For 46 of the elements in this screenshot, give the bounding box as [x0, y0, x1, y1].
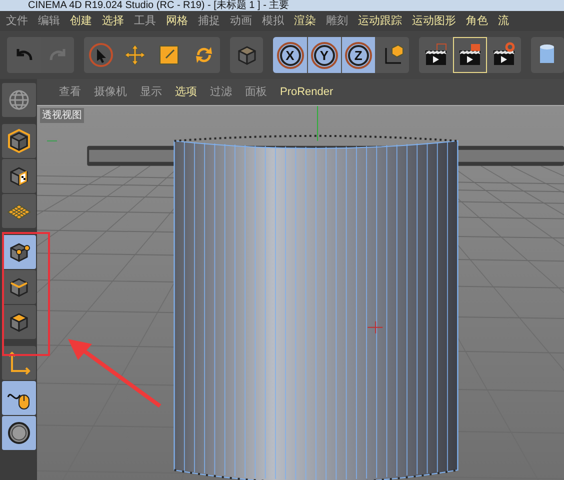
- axis-letter: Z: [348, 44, 369, 66]
- menu-item[interactable]: 渲染: [294, 12, 316, 30]
- viewport-menu-item[interactable]: 显示: [140, 84, 162, 100]
- render-view-icon: [422, 42, 449, 68]
- axis-letter: X: [280, 44, 300, 66]
- viewport-menu-item[interactable]: 查看: [59, 84, 81, 100]
- y-button[interactable]: Y: [308, 37, 341, 73]
- menu-item[interactable]: 捕捉: [198, 12, 220, 30]
- snap-icon: [6, 420, 32, 446]
- menu-item[interactable]: 选择: [102, 12, 124, 30]
- menu-item[interactable]: 运动跟踪: [358, 12, 402, 30]
- menu-item[interactable]: 雕刻: [326, 12, 348, 30]
- model-icon: [6, 128, 32, 154]
- render-picture-icon: [456, 42, 483, 68]
- model-mode-button[interactable]: [2, 124, 36, 158]
- edges-mode-button[interactable]: [2, 270, 36, 304]
- polygons-mode-button[interactable]: [2, 305, 36, 339]
- points-mode-button[interactable]: [2, 235, 36, 269]
- menu-item[interactable]: 网格: [166, 12, 188, 30]
- viewport-menu-item[interactable]: 摄像机: [94, 84, 127, 100]
- globe-mode-button[interactable]: [2, 83, 36, 117]
- menu-item[interactable]: 模拟: [262, 12, 284, 30]
- menu-item[interactable]: 工具: [134, 12, 156, 30]
- menu-item[interactable]: 动画: [230, 12, 252, 30]
- x-button[interactable]: X: [273, 37, 307, 73]
- menu-item[interactable]: 文件: [6, 12, 28, 30]
- render-picture-button[interactable]: [453, 37, 487, 73]
- texture-mode-button[interactable]: [2, 159, 36, 193]
- workplane-mode-button[interactable]: [2, 194, 36, 228]
- tweak-mode-button[interactable]: [2, 381, 36, 415]
- select-icon: [88, 42, 114, 68]
- snap-mode-button[interactable]: [2, 416, 36, 450]
- viewport-menu-item[interactable]: 选项: [175, 84, 197, 100]
- viewport-label: 透视视图: [40, 108, 84, 123]
- menu-item[interactable]: 流: [498, 12, 509, 30]
- axis-letter: Y: [314, 44, 335, 66]
- menu-item[interactable]: 创建: [70, 12, 92, 30]
- viewport-menu-item[interactable]: 面板: [245, 84, 267, 100]
- render-settings-icon: [491, 42, 518, 68]
- axis-mode-button[interactable]: [2, 346, 36, 380]
- menu-item[interactable]: 编辑: [38, 12, 60, 30]
- menu-item[interactable]: 角色: [466, 12, 488, 30]
- viewport-menu-item[interactable]: ProRender: [280, 84, 334, 100]
- menu-item[interactable]: 运动图形: [412, 12, 456, 30]
- z-button[interactable]: Z: [342, 37, 375, 73]
- viewport-menu-item[interactable]: 过滤: [210, 84, 232, 100]
